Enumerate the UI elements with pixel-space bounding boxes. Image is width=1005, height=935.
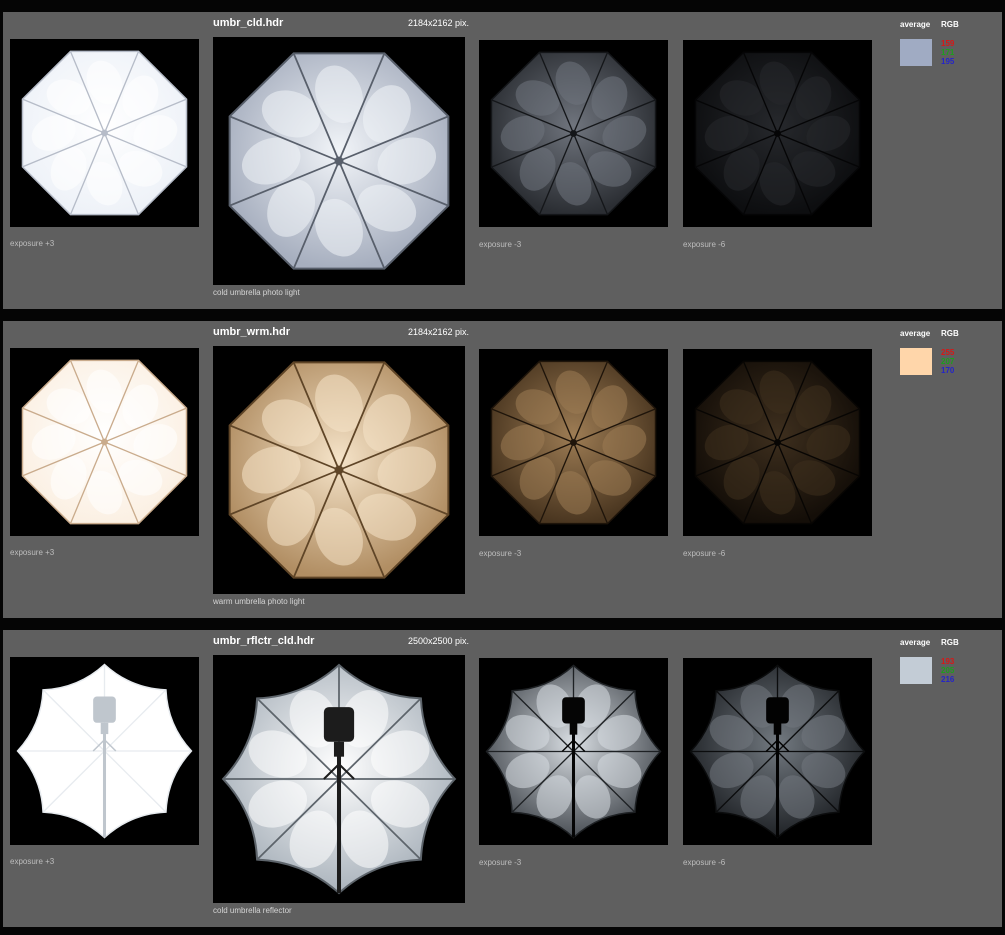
entry-description: cold umbrella reflector (213, 906, 292, 915)
umbrella-icon (479, 40, 668, 227)
main-preview-image[interactable] (213, 655, 465, 903)
umbrella-icon (683, 349, 872, 536)
thumbnail-exposure-minus6[interactable] (683, 658, 872, 845)
rgb-red-value: 159 (941, 39, 955, 48)
entry-filename[interactable]: umbr_rflctr_cld.hdr (213, 635, 314, 647)
hdr-entry-umbr-cld: umbr_cld.hdr 2184x2162 pix. exposure +3 … (3, 12, 1002, 309)
thumbnail-exposure-minus6[interactable] (683, 349, 872, 536)
caption-exposure-minus6: exposure -6 (683, 240, 726, 249)
rgb-blue-value: 216 (941, 675, 955, 684)
thumbnail-exposure-plus3[interactable] (10, 39, 199, 227)
entry-filename[interactable]: umbr_wrm.hdr (213, 326, 290, 338)
umbrella-icon (479, 349, 668, 536)
umbrella-icon (213, 346, 465, 594)
average-color-swatch (900, 39, 932, 66)
hdr-entry-umbr-rflctr-cld: umbr_rflctr_cld.hdr 2500x2500 pix. expos… (3, 630, 1002, 927)
rgb-red-value: 255 (941, 348, 955, 357)
rgb-label: RGB (941, 20, 959, 29)
thumbnail-exposure-minus3[interactable] (479, 658, 668, 845)
umbrella-icon (10, 657, 199, 845)
average-color-swatch (900, 348, 932, 375)
thumbnail-exposure-minus6[interactable] (683, 40, 872, 227)
average-label: average (900, 638, 931, 647)
umbrella-icon (213, 655, 465, 903)
caption-exposure-minus6: exposure -6 (683, 549, 726, 558)
rgb-red-value: 193 (941, 657, 955, 666)
caption-exposure-minus3: exposure -3 (479, 858, 522, 867)
main-preview-image[interactable] (213, 37, 465, 285)
caption-exposure-minus3: exposure -3 (479, 240, 522, 249)
caption-exposure-plus3: exposure +3 (10, 857, 55, 866)
umbrella-icon (479, 658, 668, 845)
average-label: average (900, 20, 931, 29)
caption-exposure-plus3: exposure +3 (10, 239, 55, 248)
umbrella-icon (683, 658, 872, 845)
rgb-green-value: 205 (941, 666, 955, 675)
rgb-green-value: 207 (941, 357, 955, 366)
entry-dimensions: 2500x2500 pix. (408, 636, 470, 646)
umbrella-icon (10, 348, 199, 536)
main-preview-image[interactable] (213, 346, 465, 594)
thumbnail-exposure-minus3[interactable] (479, 40, 668, 227)
thumbnail-exposure-plus3[interactable] (10, 348, 199, 536)
umbrella-icon (213, 37, 465, 285)
caption-exposure-minus3: exposure -3 (479, 549, 522, 558)
umbrella-icon (683, 40, 872, 227)
thumbnail-exposure-plus3[interactable] (10, 657, 199, 845)
hdr-entry-umbr-wrm: umbr_wrm.hdr 2184x2162 pix. exposure +3 … (3, 321, 1002, 618)
caption-exposure-minus6: exposure -6 (683, 858, 726, 867)
entry-filename[interactable]: umbr_cld.hdr (213, 17, 283, 29)
caption-exposure-plus3: exposure +3 (10, 548, 55, 557)
rgb-blue-value: 195 (941, 57, 955, 66)
umbrella-icon (10, 39, 199, 227)
entry-dimensions: 2184x2162 pix. (408, 327, 470, 337)
rgb-blue-value: 170 (941, 366, 955, 375)
rgb-label: RGB (941, 638, 959, 647)
thumbnail-exposure-minus3[interactable] (479, 349, 668, 536)
rgb-green-value: 171 (941, 48, 955, 57)
average-color-swatch (900, 657, 932, 684)
entry-dimensions: 2184x2162 pix. (408, 18, 470, 28)
rgb-label: RGB (941, 329, 959, 338)
entry-description: cold umbrella photo light (213, 288, 300, 297)
entry-description: warm umbrella photo light (213, 597, 305, 606)
average-label: average (900, 329, 931, 338)
